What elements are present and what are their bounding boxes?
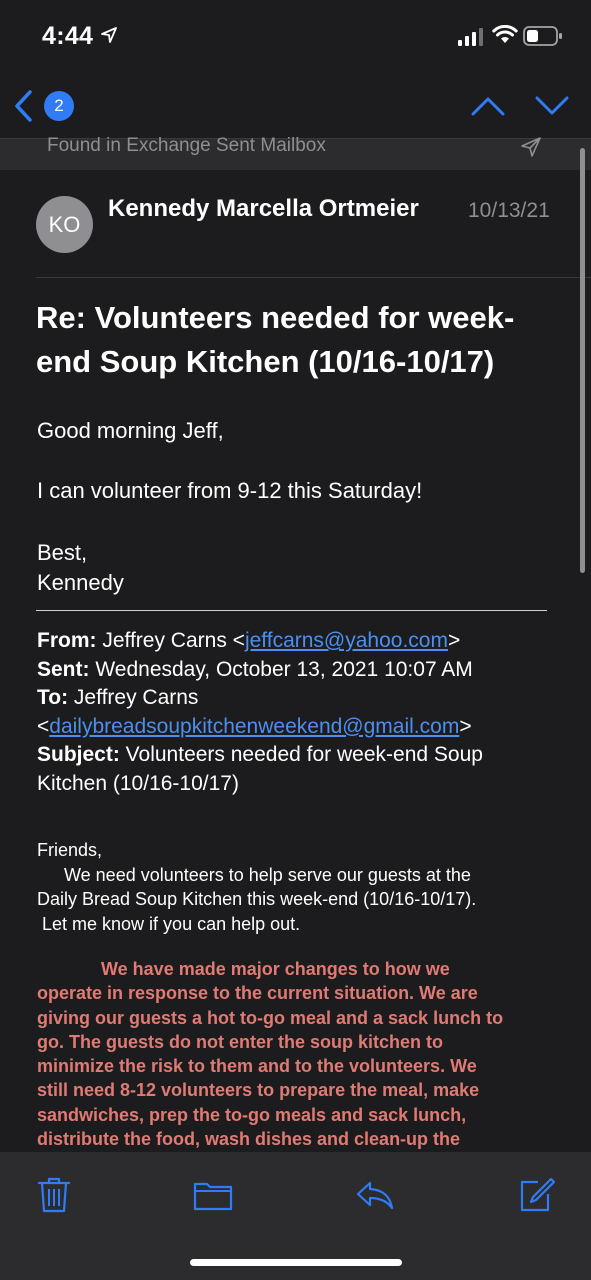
trash-icon[interactable] [34,1175,74,1215]
reply-icon[interactable] [355,1175,395,1215]
notice-line: go. The guests do not enter the soup kit… [37,1031,444,1052]
to-open: < [37,714,50,738]
from-close: > [447,629,461,652]
found-in-mailbox-text: Found in Exchange Sent Mailbox [47,135,326,156]
notice-line: minimize the risk to them and to the vol… [37,1056,477,1077]
unread-count-badge[interactable]: 2 [44,91,74,121]
header-divider [36,277,591,278]
sent-value: Wednesday, October 13, 2021 10:07 AM [89,657,473,681]
reply-signoff: Best, Kennedy [37,538,124,598]
body-line: We need volunteers to help serve our gue… [64,864,471,885]
signal-icon [458,28,483,46]
highlighted-notice: We have made major changes to how we ope… [37,957,557,1151]
notice-line: operate in response to the current situa… [37,983,478,1004]
location-arrow-icon [101,27,117,43]
to-email-link[interactable]: dailybreadsoupkitchenweekend@gmail.com [49,715,459,738]
sender-name[interactable]: Kennedy Marcella Ortmeier [108,195,419,223]
message-subject: Re: Volunteers needed for week-end Soup … [36,300,515,379]
subject-label: Subject: [37,743,120,766]
folder-icon[interactable] [193,1175,233,1215]
compose-icon[interactable] [516,1175,556,1215]
scrollbar[interactable] [580,148,585,573]
up-chevron-icon[interactable] [470,94,506,118]
to-close: > [459,714,472,738]
status-time: 4:44 [42,22,94,50]
battery-icon [523,26,562,46]
to-name: Jeffrey Carns [68,686,199,709]
notice-line: still need 8-12 volunteers to prepare th… [37,1080,480,1101]
home-indicator[interactable] [190,1259,402,1266]
from-label: From: [37,629,97,652]
quoted-divider [36,610,547,611]
wifi-icon [492,25,518,43]
notice-line: We have made major changes to how we [101,959,450,979]
sent-label: Sent: [37,657,90,681]
reply-greeting: Good morning Jeff, [37,418,224,443]
message-date: 10/13/21 [468,199,550,222]
from-name: Jeffrey Carns < [96,629,245,652]
body-line: Daily Bread Soup Kitchen this week-end (… [37,889,477,909]
signature-text: Kennedy [37,570,124,595]
sender-avatar[interactable]: KO [36,196,93,253]
notice-line: sandwiches, prep the to-go meals and sac… [37,1104,467,1125]
signoff-text: Best, [37,540,88,565]
to-label: To: [37,686,69,709]
quoted-body: Friends, We need volunteers to help serv… [37,838,557,936]
down-chevron-icon[interactable] [534,94,570,118]
quoted-header: From: Jeffrey Carns <jeffcarns@yahoo.com… [37,627,557,798]
reply-line: I can volunteer from 9-12 this Saturday! [37,478,423,503]
notice-line: giving our guests a hot to-go meal and a… [37,1007,504,1028]
send-arrow-icon [521,137,541,157]
salutation: Friends, [37,840,103,860]
body-line: Let me know if you can help out. [42,913,301,934]
notice-line: distribute the food, wash dishes and cle… [37,1129,461,1150]
from-email-link[interactable]: jeffcarns@yahoo.com [245,629,448,652]
back-chevron-icon[interactable] [12,88,34,124]
